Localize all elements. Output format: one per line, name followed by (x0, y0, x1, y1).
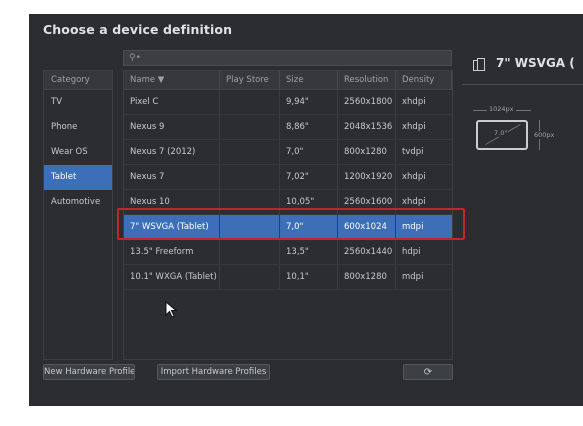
cell-resolution: 800x1280 (338, 265, 396, 289)
cell-size: 7,02" (280, 165, 338, 189)
cell-play-store (220, 140, 280, 164)
category-list: Category TV Phone Wear OS Tablet Automot… (43, 70, 113, 360)
table-row[interactable]: Pixel C 9,94" 2560x1800 xhdpi (124, 90, 452, 115)
new-hardware-profile-button[interactable]: New Hardware Profile (43, 364, 135, 380)
column-header-play-store[interactable]: Play Store (220, 71, 280, 89)
column-header-size[interactable]: Size (280, 71, 338, 89)
cell-name: Nexus 7 (124, 165, 220, 189)
cell-play-store (220, 240, 280, 264)
preview-title-text: 7" WSVGA ( (496, 56, 575, 70)
category-item-tv[interactable]: TV (44, 90, 112, 115)
selection-highlight-box (117, 208, 465, 240)
table-row[interactable]: Nexus 9 8,86" 2048x1536 xhdpi (124, 115, 452, 140)
device-screen-preview: 7.0" (476, 120, 528, 150)
category-item-wear-os[interactable]: Wear OS (44, 140, 112, 165)
category-header: Category (44, 71, 112, 90)
cell-size: 9,94" (280, 90, 338, 114)
cell-size: 7,0" (280, 140, 338, 164)
search-icon: ⚲• (129, 53, 141, 63)
column-header-name[interactable]: Name ▼ (124, 71, 220, 89)
cell-resolution: 1200x1920 (338, 165, 396, 189)
column-header-resolution[interactable]: Resolution (338, 71, 396, 89)
cell-resolution: 2560x1800 (338, 90, 396, 114)
cell-play-store (220, 115, 280, 139)
category-item-tablet[interactable]: Tablet (44, 165, 112, 190)
refresh-button[interactable]: ⟳ (403, 364, 453, 380)
cell-size: 10,1" (280, 265, 338, 289)
cell-name: Pixel C (124, 90, 220, 114)
table-row[interactable]: Nexus 7 (2012) 7,0" 800x1280 tvdpi (124, 140, 452, 165)
mouse-cursor-icon (165, 301, 178, 318)
cell-density: xhdpi (402, 97, 426, 107)
device-icon (473, 58, 485, 71)
table-header: Name ▼ Play Store Size Resolution Densit… (124, 71, 452, 90)
cell-density: mdpi (402, 272, 424, 282)
cell-name: Nexus 7 (2012) (124, 140, 220, 164)
preview-divider (462, 84, 583, 85)
cell-size: 13,5" (280, 240, 338, 264)
device-definition-dialog: Choose a device definition ⚲• Category T… (29, 14, 583, 406)
cell-name: 10.1" WXGA (Tablet) (124, 265, 220, 289)
cell-density: xhdpi (402, 172, 426, 182)
cell-play-store (220, 165, 280, 189)
cell-size: 8,86" (280, 115, 338, 139)
import-hardware-profiles-button[interactable]: Import Hardware Profiles (157, 364, 270, 380)
cell-play-store (220, 265, 280, 289)
table-row[interactable]: 13.5" Freeform 13,5" 2560x1440 hdpi (124, 240, 452, 265)
cell-density: hdpi (402, 247, 421, 257)
diagonal-label: 7.0" (493, 129, 509, 137)
category-item-phone[interactable]: Phone (44, 115, 112, 140)
cell-density: tvdpi (402, 147, 424, 157)
cell-density: xhdpi (402, 122, 426, 132)
cell-resolution: 2560x1440 (338, 240, 396, 264)
table-row[interactable]: 10.1" WXGA (Tablet) 10,1" 800x1280 mdpi (124, 265, 452, 290)
cell-name: 13.5" Freeform (124, 240, 220, 264)
height-label: 600px (534, 131, 555, 139)
refresh-icon: ⟳ (423, 367, 433, 378)
cell-name: Nexus 9 (124, 115, 220, 139)
category-item-automotive[interactable]: Automotive (44, 190, 112, 215)
cell-resolution: 2048x1536 (338, 115, 396, 139)
table-row[interactable]: Nexus 7 7,02" 1200x1920 xhdpi (124, 165, 452, 190)
preview-title: 7" WSVGA ( (496, 56, 575, 70)
dialog-title: Choose a device definition (43, 22, 233, 37)
cell-play-store (220, 90, 280, 114)
search-input[interactable]: ⚲• (123, 50, 452, 66)
width-label: 1024px (487, 105, 516, 113)
cell-resolution: 800x1280 (338, 140, 396, 164)
column-header-density[interactable]: Density (396, 71, 452, 89)
